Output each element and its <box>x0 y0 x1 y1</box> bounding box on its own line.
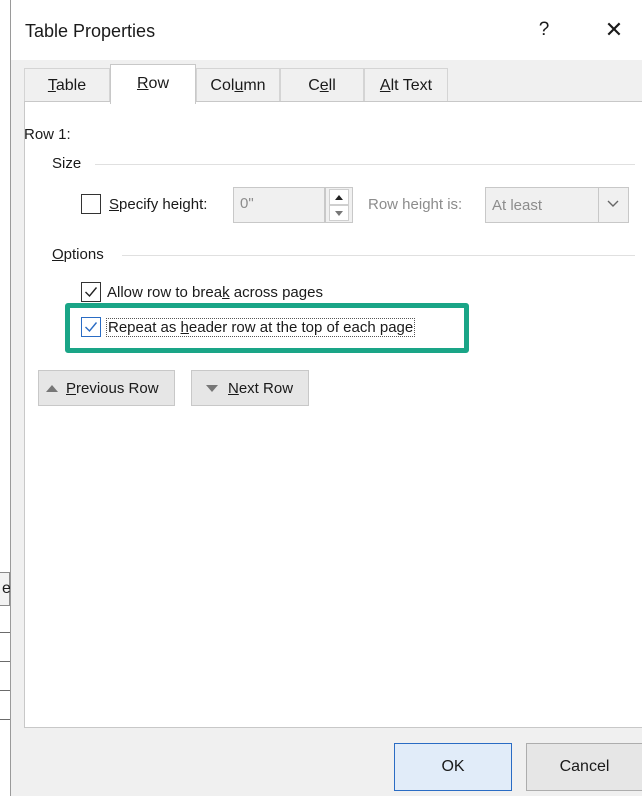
help-button[interactable]: ? <box>529 14 559 46</box>
checkmark-icon <box>85 287 98 298</box>
background-document-line <box>0 632 10 633</box>
arrow-down-icon <box>335 211 343 216</box>
triangle-up-icon <box>46 385 58 392</box>
size-group-divider <box>95 164 635 165</box>
arrow-up-icon <box>335 195 343 200</box>
specify-height-checkbox[interactable] <box>81 194 101 214</box>
spin-down-button[interactable] <box>329 205 349 221</box>
specify-height-label[interactable]: Specify height: <box>109 196 207 213</box>
tab-strip: Table Row Column Cell Alt Text <box>11 60 642 104</box>
chevron-down-icon[interactable] <box>598 188 628 222</box>
tab-row[interactable]: Row <box>110 64 196 104</box>
previous-row-label: Previous Row <box>66 380 159 397</box>
spin-up-button[interactable] <box>329 189 349 205</box>
background-document-line <box>0 690 10 691</box>
size-group-title: Size <box>52 155 82 172</box>
previous-row-button[interactable]: Previous Row <box>38 370 175 406</box>
background-document: e <box>0 0 11 796</box>
next-row-label: Next Row <box>228 380 294 397</box>
background-document-line <box>0 719 10 720</box>
row-height-rule-value: At least <box>492 197 543 214</box>
allow-break-checkbox[interactable] <box>81 282 101 302</box>
options-group-divider <box>122 255 635 256</box>
tab-alt-text[interactable]: Alt Text <box>364 68 448 102</box>
background-document-line <box>0 661 10 662</box>
title-bar[interactable]: Table Properties ? ✕ <box>11 0 642 60</box>
row-tab-panel: Row 1: Size Specify height: 0" Row heigh… <box>24 101 642 728</box>
highlight-box <box>65 303 469 353</box>
table-properties-dialog: Table Properties ? ✕ Table Row Column Ce… <box>10 0 642 796</box>
row-height-input[interactable]: 0" <box>233 187 325 223</box>
triangle-down-icon <box>206 385 218 392</box>
cancel-button[interactable]: Cancel <box>526 743 642 791</box>
dialog-title: Table Properties <box>25 21 156 41</box>
tab-column[interactable]: Column <box>196 68 280 102</box>
tab-cell[interactable]: Cell <box>280 68 364 102</box>
row-number-label: Row 1: <box>24 126 71 143</box>
options-group-title: Options <box>52 246 104 263</box>
next-row-button[interactable]: Next Row <box>191 370 309 406</box>
ok-button[interactable]: OK <box>394 743 512 791</box>
row-height-rule-select[interactable]: At least <box>485 187 629 223</box>
allow-break-label[interactable]: Allow row to break across pages <box>107 284 323 301</box>
row-height-is-label: Row height is: <box>368 196 463 213</box>
tab-table[interactable]: Table <box>24 68 110 102</box>
row-height-spinner[interactable] <box>325 187 353 223</box>
close-button[interactable]: ✕ <box>597 14 631 46</box>
